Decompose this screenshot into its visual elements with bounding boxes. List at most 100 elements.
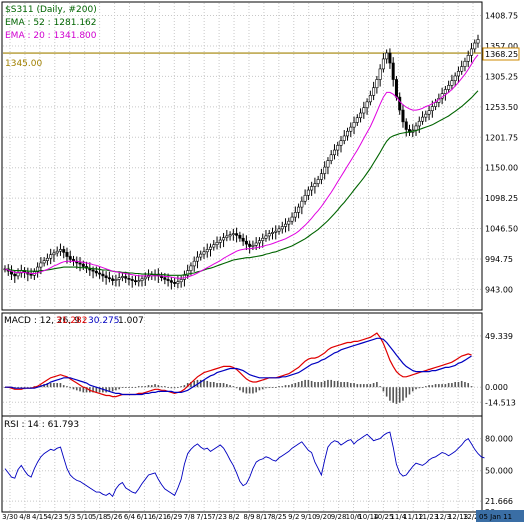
- price-tick-label: 1201.75: [485, 133, 518, 142]
- candle-body: [323, 166, 327, 174]
- candle-body: [381, 58, 385, 70]
- price-tick-label: 1098.25: [485, 194, 518, 203]
- candle-body: [450, 80, 454, 86]
- candle-body: [195, 256, 199, 262]
- candle-body: [254, 242, 258, 246]
- candle-body: [313, 183, 317, 187]
- date-tick-label: 7/23: [211, 513, 227, 521]
- macd-histogram-bar: [421, 387, 424, 388]
- date-tick-label: 6/11: [137, 513, 153, 521]
- candle-body: [248, 243, 252, 247]
- date-tick-label: 5/26: [107, 513, 123, 521]
- macd-tick-label: 0.000: [485, 383, 508, 392]
- macd-histogram-bar: [415, 387, 417, 390]
- macd-histogram-bar: [310, 380, 313, 388]
- date-tick-label: 6/29: [166, 513, 182, 521]
- macd-histogram-bar: [392, 387, 394, 403]
- candle-body: [143, 276, 147, 280]
- macd-histogram-bar: [150, 385, 153, 388]
- ema52-legend: EMA : 52 : 1281.162: [5, 18, 97, 28]
- macd-histogram-bar: [261, 387, 264, 390]
- candle-body: [427, 110, 431, 115]
- macd-histogram-bar: [154, 384, 156, 388]
- candle-body: [332, 149, 336, 156]
- candle-body: [42, 260, 46, 264]
- macd-histogram-bar: [301, 380, 303, 388]
- macd-histogram-bar: [411, 387, 414, 392]
- date-tick-label: 9/10: [301, 513, 317, 521]
- macd-histogram-bar: [212, 382, 215, 388]
- candle-body: [58, 249, 62, 252]
- candle-body: [372, 87, 376, 96]
- candle-body: [342, 135, 346, 141]
- candle-body: [352, 122, 356, 128]
- macd-histogram-bar: [346, 382, 349, 388]
- candle-body: [261, 237, 265, 241]
- macd-histogram-bar: [183, 385, 186, 388]
- candle-body: [104, 275, 108, 278]
- candle-body: [359, 112, 363, 119]
- candle-body: [199, 253, 203, 258]
- candle-body: [456, 70, 460, 77]
- candle-body: [29, 273, 33, 276]
- macd-histogram-bar: [320, 382, 323, 388]
- macd-histogram-bar: [209, 382, 212, 388]
- macd-histogram-bar: [343, 382, 346, 388]
- macd-histogram-bar: [206, 380, 209, 388]
- macd-histogram-bar: [340, 382, 342, 388]
- macd-histogram-bar: [389, 387, 391, 401]
- candle-body: [68, 256, 72, 260]
- macd-histogram-bar: [294, 383, 297, 388]
- macd-histogram-bar: [265, 387, 267, 389]
- macd-histogram-bar: [252, 387, 254, 394]
- candle-body: [329, 154, 333, 161]
- macd-histogram-bar: [408, 387, 411, 395]
- date-tick-label: 4/23: [47, 513, 63, 521]
- candle-body: [274, 230, 278, 233]
- candle-body: [394, 79, 398, 98]
- candle-body: [404, 121, 408, 130]
- macd-histogram-bar: [438, 384, 440, 388]
- macd-histogram-bar: [457, 382, 460, 388]
- macd-histogram-bar: [147, 385, 150, 388]
- candle-body: [365, 101, 369, 109]
- macd-histogram-bar: [226, 384, 228, 388]
- price-tick-label: 943.00: [485, 285, 513, 294]
- macd-histogram-bar: [460, 380, 463, 388]
- macd-legend-value: 31.282: [56, 316, 88, 326]
- candle-body: [473, 42, 477, 50]
- candle-body: [101, 273, 105, 277]
- candle-body: [176, 281, 180, 284]
- candle-body: [443, 89, 447, 94]
- macd-histogram-bar: [131, 387, 134, 388]
- candle-body: [52, 252, 56, 256]
- macd-histogram-bar: [467, 383, 470, 388]
- candle-body: [55, 250, 59, 254]
- macd-histogram-bar: [278, 386, 280, 388]
- macd-histogram-bar: [376, 382, 378, 388]
- macd-histogram-bar: [232, 386, 235, 388]
- candle-body: [414, 125, 418, 131]
- candle-body: [98, 272, 102, 275]
- macd-histogram-bar: [327, 379, 329, 388]
- macd-histogram-bar: [268, 387, 271, 388]
- candle-body: [430, 106, 434, 111]
- stock-chart: 3/30 4/8 4/15 4/23 5/3 5/10 5/18 5/26 6/4 6/11 6/2…: [1, 1, 524, 522]
- macd-histogram-bar: [379, 386, 381, 388]
- macd-histogram-bar: [137, 386, 140, 388]
- macd-histogram-bar: [444, 384, 447, 388]
- macd-histogram-bar: [124, 387, 127, 388]
- candle-body: [280, 226, 284, 230]
- macd-histogram-bar: [242, 387, 244, 393]
- price-tick-label: 1046.50: [485, 225, 518, 234]
- macd-histogram-bar: [222, 383, 225, 388]
- candle-body: [62, 249, 66, 253]
- reference-line-label: 1345.00: [5, 59, 42, 69]
- current-date-label: 05 Jan 11: [479, 513, 512, 521]
- candle-body: [192, 260, 196, 267]
- candle-body: [434, 102, 438, 107]
- candle-body: [163, 277, 167, 280]
- candle-body: [65, 252, 69, 257]
- macd-histogram-bar: [366, 384, 368, 388]
- candle-body: [293, 212, 297, 218]
